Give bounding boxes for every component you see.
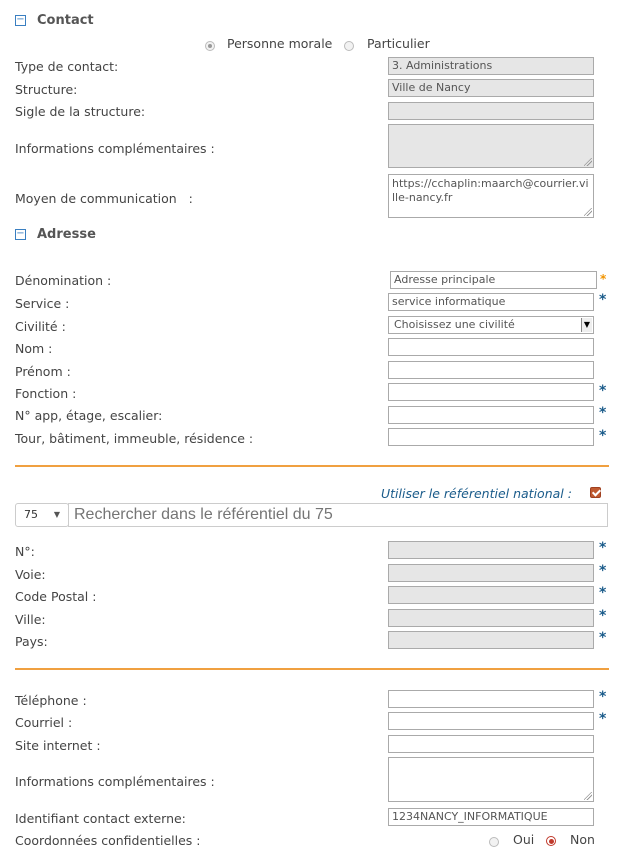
service-label: Service : — [15, 296, 70, 311]
denomination-required-mark: * — [600, 272, 607, 286]
napp-label: N° app, étage, escalier: — [15, 408, 163, 423]
radio-non[interactable] — [546, 836, 556, 846]
referentiel-label: Utiliser le référentiel national : — [381, 486, 572, 501]
denomination-label: Dénomination : — [15, 273, 112, 288]
info-complementaires-label: Informations complémentaires : — [15, 141, 215, 156]
collapse-adresse-icon[interactable]: − — [15, 229, 26, 240]
napp-required-mark: * — [599, 405, 607, 421]
ville-label: Ville: — [15, 612, 46, 627]
courriel-label: Courriel : — [15, 715, 73, 730]
type-contact-label: Type de contact: — [15, 59, 119, 74]
courriel-field[interactable] — [388, 712, 594, 730]
radio-particulier[interactable] — [344, 41, 354, 51]
pays-required-mark: * — [599, 630, 607, 646]
civilite-select-value: Choisissez une civilité — [394, 318, 515, 331]
departement-select[interactable]: 75 ▼ — [15, 503, 69, 527]
service-required-mark: * — [599, 292, 607, 308]
radio-personne-morale[interactable] — [205, 41, 215, 51]
nom-field[interactable] — [388, 338, 594, 356]
adresse-section-title: Adresse — [37, 227, 96, 242]
referentiel-search-input[interactable] — [68, 503, 608, 527]
fonction-required-mark: * — [599, 383, 607, 399]
voie-label: Voie: — [15, 567, 46, 582]
site-internet-field[interactable] — [388, 735, 594, 753]
type-contact-field[interactable]: 3. Administrations — [388, 57, 594, 75]
denomination-field[interactable]: Adresse principale — [390, 271, 597, 289]
caret-down-icon: ▼ — [53, 510, 60, 519]
coord-info-textarea[interactable] — [388, 757, 594, 802]
departement-select-value: 75 — [24, 508, 38, 521]
radio-non-label: Non — [570, 832, 595, 847]
telephone-field[interactable] — [388, 690, 594, 708]
num-field[interactable] — [388, 541, 594, 559]
ville-required-mark: * — [599, 608, 607, 624]
num-label: N°: — [15, 544, 35, 559]
pays-label: Pays: — [15, 634, 48, 649]
telephone-required-mark: * — [599, 689, 607, 705]
civilite-label: Civilité : — [15, 319, 66, 334]
service-field[interactable]: service informatique — [388, 293, 594, 311]
napp-field[interactable] — [388, 406, 594, 424]
identifiant-field[interactable]: 1234NANCY_INFORMATIQUE — [388, 808, 594, 826]
resize-grip-icon[interactable] — [584, 208, 592, 216]
coord-info-label: Informations complémentaires : — [15, 774, 215, 789]
radio-particulier-label: Particulier — [367, 36, 430, 51]
voie-field[interactable] — [388, 564, 594, 582]
divider — [15, 465, 609, 467]
moyen-communication-label: Moyen de communication : — [15, 191, 193, 206]
info-complementaires-textarea[interactable] — [388, 124, 594, 168]
collapse-contact-icon[interactable]: − — [15, 15, 26, 26]
identifiant-label: Identifiant contact externe: — [15, 811, 186, 826]
sigle-label: Sigle de la structure: — [15, 104, 146, 119]
structure-field[interactable]: Ville de Nancy — [388, 79, 594, 97]
divider — [15, 668, 609, 670]
code-postal-required-mark: * — [599, 585, 607, 601]
sigle-field[interactable] — [388, 102, 594, 120]
civilite-select[interactable]: Choisissez une civilité ▼ — [388, 316, 594, 334]
voie-required-mark: * — [599, 563, 607, 579]
moyen-communication-line-2: lle-nancy.fr — [392, 191, 453, 204]
chevron-down-icon[interactable]: ▼ — [581, 318, 592, 332]
prenom-label: Prénom : — [15, 364, 71, 379]
prenom-field[interactable] — [388, 361, 594, 379]
radio-oui-label: Oui — [513, 832, 535, 847]
nom-label: Nom : — [15, 341, 53, 356]
pays-field[interactable] — [388, 631, 594, 649]
radio-oui[interactable] — [489, 837, 499, 847]
num-required-mark: * — [599, 540, 607, 556]
referentiel-checkbox[interactable] — [590, 487, 601, 498]
fonction-field[interactable] — [388, 383, 594, 401]
courriel-required-mark: * — [599, 711, 607, 727]
telephone-label: Téléphone : — [15, 693, 87, 708]
tour-label: Tour, bâtiment, immeuble, résidence : — [15, 431, 254, 446]
ville-field[interactable] — [388, 609, 594, 627]
resize-grip-icon[interactable] — [584, 792, 592, 800]
confidentielles-label: Coordonnées confidentielles : — [15, 833, 201, 848]
structure-label: Structure: — [15, 82, 78, 97]
tour-required-mark: * — [599, 428, 607, 444]
resize-grip-icon[interactable] — [584, 158, 592, 166]
fonction-label: Fonction : — [15, 386, 77, 401]
code-postal-label: Code Postal : — [15, 589, 97, 604]
radio-personne-morale-label: Personne morale — [227, 36, 333, 51]
site-internet-label: Site internet : — [15, 738, 101, 753]
moyen-communication-textarea[interactable]: https://cchaplin:maarch@courrier.vi lle-… — [388, 174, 594, 218]
contact-section-title: Contact — [37, 13, 94, 28]
code-postal-field[interactable] — [388, 586, 594, 604]
tour-field[interactable] — [388, 428, 594, 446]
moyen-communication-line-1: https://cchaplin:maarch@courrier.vi — [392, 177, 589, 190]
